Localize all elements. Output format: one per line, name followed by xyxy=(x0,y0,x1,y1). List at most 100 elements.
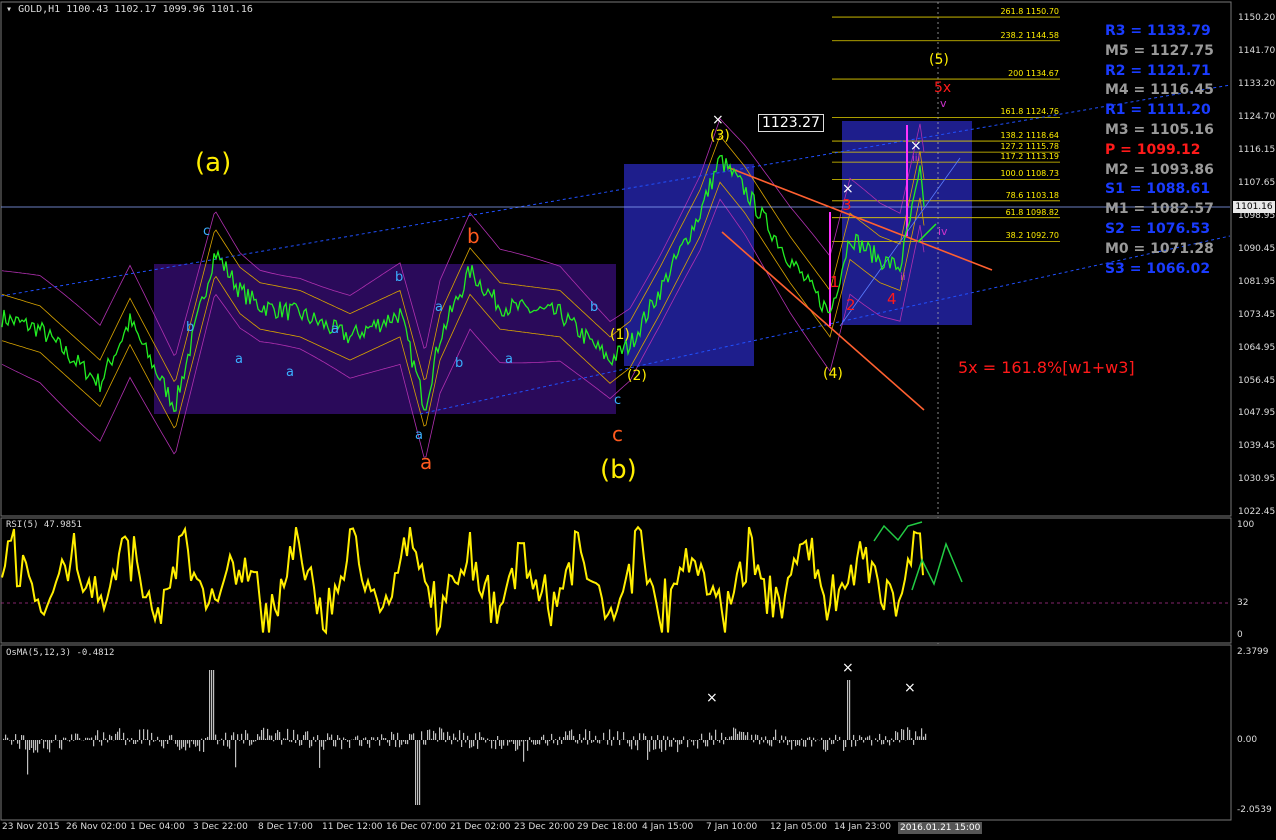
osma-bar xyxy=(249,740,251,746)
osma-bar xyxy=(349,740,351,748)
osma-bar xyxy=(97,730,99,740)
wave-label: iv xyxy=(938,225,948,238)
osma-bar xyxy=(153,740,155,742)
osma-bar xyxy=(299,740,301,746)
osma-bar xyxy=(489,740,491,741)
osma-bar xyxy=(637,740,639,751)
osma-bar xyxy=(37,740,39,753)
osma-bar xyxy=(653,740,655,750)
wave-label: iii xyxy=(912,153,921,164)
price-tick-label: 1064.95 xyxy=(1238,342,1276,353)
osma-bar xyxy=(443,732,445,740)
osma-bar xyxy=(567,735,569,740)
osma-bar xyxy=(463,732,465,740)
osma-bar xyxy=(739,731,741,740)
osma-bar xyxy=(449,735,451,740)
osma-bar xyxy=(435,733,437,740)
osma-bar xyxy=(135,740,137,744)
osma-bar xyxy=(405,740,407,744)
osma-bar xyxy=(623,732,625,740)
osma-bar xyxy=(917,736,919,740)
osma-bar xyxy=(667,736,669,740)
osma-bar xyxy=(387,740,389,743)
osma-bar xyxy=(795,740,797,747)
osma-bar xyxy=(875,738,877,740)
osma-bar xyxy=(891,738,893,740)
pivot-level-m5: M5 = 1127.75 xyxy=(1105,42,1214,59)
osma-bar xyxy=(833,740,835,744)
osma-bar xyxy=(859,735,861,740)
osma-bar xyxy=(7,737,9,740)
time-axis-label: 12 Jan 05:00 xyxy=(770,822,827,832)
osma-bar xyxy=(229,740,231,749)
osma-bar xyxy=(779,740,781,744)
osma-bar xyxy=(285,738,287,740)
osma-bar xyxy=(429,729,431,740)
osma-bar xyxy=(93,740,95,747)
osma-bar xyxy=(829,737,831,740)
osma-bar xyxy=(415,740,417,805)
osma-bar xyxy=(179,740,181,751)
osma-bar xyxy=(151,732,153,740)
time-axis-label: 29 Dec 18:00 xyxy=(577,822,638,832)
osma-bar xyxy=(575,740,577,743)
osma-bar xyxy=(109,734,111,740)
fib-level-label: 261.8 1150.70 xyxy=(1000,7,1059,17)
osma-bar xyxy=(847,680,849,740)
fib-level-label: 100.0 1108.73 xyxy=(1000,169,1059,179)
osma-bar xyxy=(609,729,611,740)
osma-bar xyxy=(757,735,759,740)
osma-bar xyxy=(835,734,837,740)
osma-bar xyxy=(161,740,163,747)
time-axis-label: 7 Jan 10:00 xyxy=(706,822,758,832)
osma-bar xyxy=(121,739,123,740)
wave-label: 2 xyxy=(846,296,856,314)
dropdown-arrow-icon[interactable]: ▾ xyxy=(6,4,12,15)
osma-bar xyxy=(693,740,695,746)
osma-bar xyxy=(39,740,41,744)
osma-bar xyxy=(209,670,211,740)
osma-bar xyxy=(219,740,221,741)
wave-label-minor: b xyxy=(455,356,464,371)
osma-bar xyxy=(455,737,457,740)
wave-label: ii xyxy=(900,272,906,283)
osma-bar xyxy=(843,740,845,751)
osma-bar xyxy=(895,731,897,740)
wave-label-minor: b xyxy=(590,300,599,315)
wave-label-minor: a xyxy=(331,322,339,337)
fib-level-label: 61.8 1098.82 xyxy=(1005,207,1059,217)
osma-bar xyxy=(879,733,881,740)
osma-bar xyxy=(913,740,915,745)
osma-bar xyxy=(823,740,825,750)
rsi-label: RSI(5) 47.9851 xyxy=(6,520,82,530)
osma-bar xyxy=(465,740,467,743)
osma-bar xyxy=(175,740,177,744)
osma-bar xyxy=(203,740,205,752)
osma-bar xyxy=(73,740,75,741)
osma-bar xyxy=(69,740,71,742)
osma-bar xyxy=(317,735,319,740)
osma-bar xyxy=(259,736,261,740)
osma-bar xyxy=(883,740,885,745)
osma-bar xyxy=(71,734,73,740)
osma-bar xyxy=(189,740,191,748)
osma-bar xyxy=(619,740,621,746)
osma-bar xyxy=(765,736,767,740)
time-axis-label: 14 Jan 23:00 xyxy=(834,822,891,832)
osma-bar xyxy=(141,740,143,744)
osma-bar xyxy=(21,735,23,740)
osma-bar xyxy=(695,740,697,741)
price-tick-label: 1056.45 xyxy=(1238,375,1276,386)
pivot-level-p: P = 1099.12 xyxy=(1105,141,1201,158)
osma-bar xyxy=(511,740,513,742)
osma-bar xyxy=(789,740,791,743)
osma-bar xyxy=(425,740,427,745)
pivot-level-s2: S2 = 1076.53 xyxy=(1105,220,1211,237)
osma-bar xyxy=(119,728,121,740)
osma-bar xyxy=(83,740,85,741)
osma-bar xyxy=(729,736,731,740)
osma-bar xyxy=(723,740,725,745)
osma-bar xyxy=(305,731,307,740)
osma-bar xyxy=(359,740,361,746)
osma-bar xyxy=(903,729,905,740)
